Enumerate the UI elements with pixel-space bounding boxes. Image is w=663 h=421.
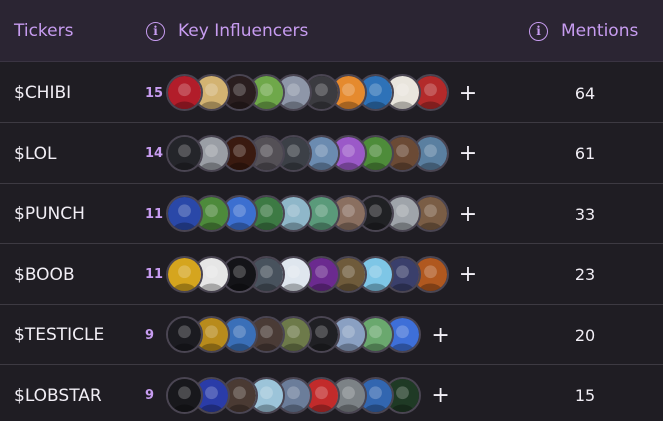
column-header-mentions[interactable]: i Mentions — [529, 0, 638, 62]
influencer-avatar[interactable] — [166, 134, 203, 172]
column-header-tickers[interactable]: Tickers — [14, 0, 73, 62]
influencer-avatar[interactable] — [166, 376, 203, 414]
ticker-symbol[interactable]: $LOL — [14, 124, 57, 184]
column-header-key-influencers[interactable]: i Key Influencers — [146, 0, 308, 62]
ticker-symbol[interactable]: $CHIBI — [14, 63, 71, 123]
mention-count: 64 — [574, 83, 596, 103]
influencer-count: 11 — [145, 206, 164, 222]
info-icon[interactable]: i — [146, 21, 165, 41]
influencer-count: 15 — [145, 85, 164, 101]
more-influencers-button[interactable]: + — [431, 366, 449, 421]
key-influencers-label: Key Influencers — [178, 21, 309, 41]
avatar-image — [168, 197, 201, 230]
avatar-image — [168, 136, 201, 170]
ticker-symbol[interactable]: $PUNCH — [14, 184, 85, 244]
influencer-avatar[interactable] — [166, 195, 203, 232]
table-row[interactable]: $BOOB 11 +23 — [0, 244, 663, 305]
influencer-count: 14 — [145, 146, 164, 161]
ticker-symbol[interactable]: $BOOB — [14, 245, 75, 305]
ticker-symbol[interactable]: $LOBSTAR — [14, 366, 102, 421]
more-influencers-button[interactable]: + — [459, 245, 477, 305]
ticker-symbol[interactable]: $TESTICLE — [14, 305, 104, 365]
info-icon[interactable]: i — [529, 21, 548, 41]
influencer-count: 9 — [145, 327, 155, 343]
more-influencers-button[interactable]: + — [431, 305, 449, 365]
mention-count: 15 — [574, 386, 596, 405]
avatar-image — [168, 378, 201, 412]
table-row[interactable]: $LOL 14 +61 — [0, 123, 663, 184]
mention-count: 33 — [574, 204, 596, 224]
mention-count: 61 — [574, 144, 596, 163]
more-influencers-button[interactable]: + — [459, 63, 477, 123]
table-row[interactable]: $TESTICLE 9 +20 — [0, 305, 663, 365]
avatar-image — [168, 257, 201, 291]
influencer-avatar[interactable] — [166, 74, 203, 111]
avatar-image — [168, 318, 201, 351]
influencer-avatar[interactable] — [166, 255, 203, 293]
influencer-count: 11 — [145, 267, 164, 282]
influencer-avatar[interactable] — [166, 316, 203, 353]
table-row[interactable]: $LOBSTAR 9 +15 — [0, 365, 663, 421]
influencer-count: 9 — [145, 388, 155, 403]
tickers-label: Tickers — [14, 21, 74, 41]
mention-count: 20 — [574, 325, 596, 345]
more-influencers-button[interactable]: + — [459, 124, 477, 184]
mentions-label: Mentions — [561, 21, 639, 41]
table-row[interactable]: $CHIBI 15 +64 — [0, 63, 663, 123]
table-row[interactable]: $PUNCH 11 +33 — [0, 184, 663, 244]
more-influencers-button[interactable]: + — [459, 184, 477, 244]
mention-count: 23 — [574, 265, 596, 284]
avatar-image — [168, 76, 201, 109]
table-header: Tickers i Key Influencers i Mentions — [0, 0, 663, 62]
